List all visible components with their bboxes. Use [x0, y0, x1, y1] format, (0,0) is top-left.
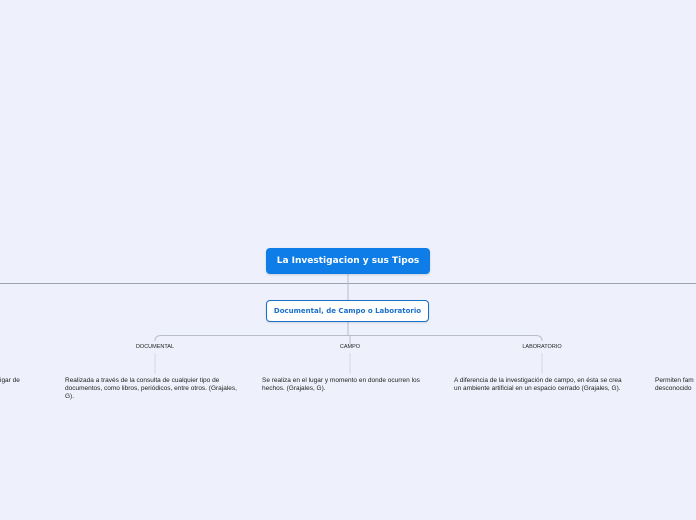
branch-label-laboratorio[interactable]: LABORATORIO — [492, 344, 592, 350]
branch-text-campo[interactable]: Se realiza en el lugar y momento en dond… — [262, 377, 434, 393]
mind-map-canvas: La Investigacion y sus Tipos Documental,… — [0, 0, 696, 520]
offscreen-right-line-2: desconocido — [655, 385, 692, 392]
main-topic[interactable]: Documental, de Campo o Laboratorio — [266, 300, 429, 322]
offscreen-left-branch-text[interactable]: igar de — [0, 377, 20, 385]
connector-branch-bar — [154, 335, 543, 342]
offscreen-right-line-1: Permiten fam — [655, 377, 694, 384]
branch-text-documental[interactable]: Realizada a través de la consulta de cua… — [65, 377, 237, 401]
branch-text-laboratorio[interactable]: A diferencia de la investigación de camp… — [454, 377, 622, 393]
branch-label-documental[interactable]: DOCUMENTAL — [105, 344, 205, 350]
branch-label-campo[interactable]: CAMPO — [300, 344, 400, 350]
offscreen-right-branch-text[interactable]: Permiten fam desconocido — [655, 377, 696, 393]
root-topic[interactable]: La Investigacion y sus Tipos — [266, 248, 430, 274]
